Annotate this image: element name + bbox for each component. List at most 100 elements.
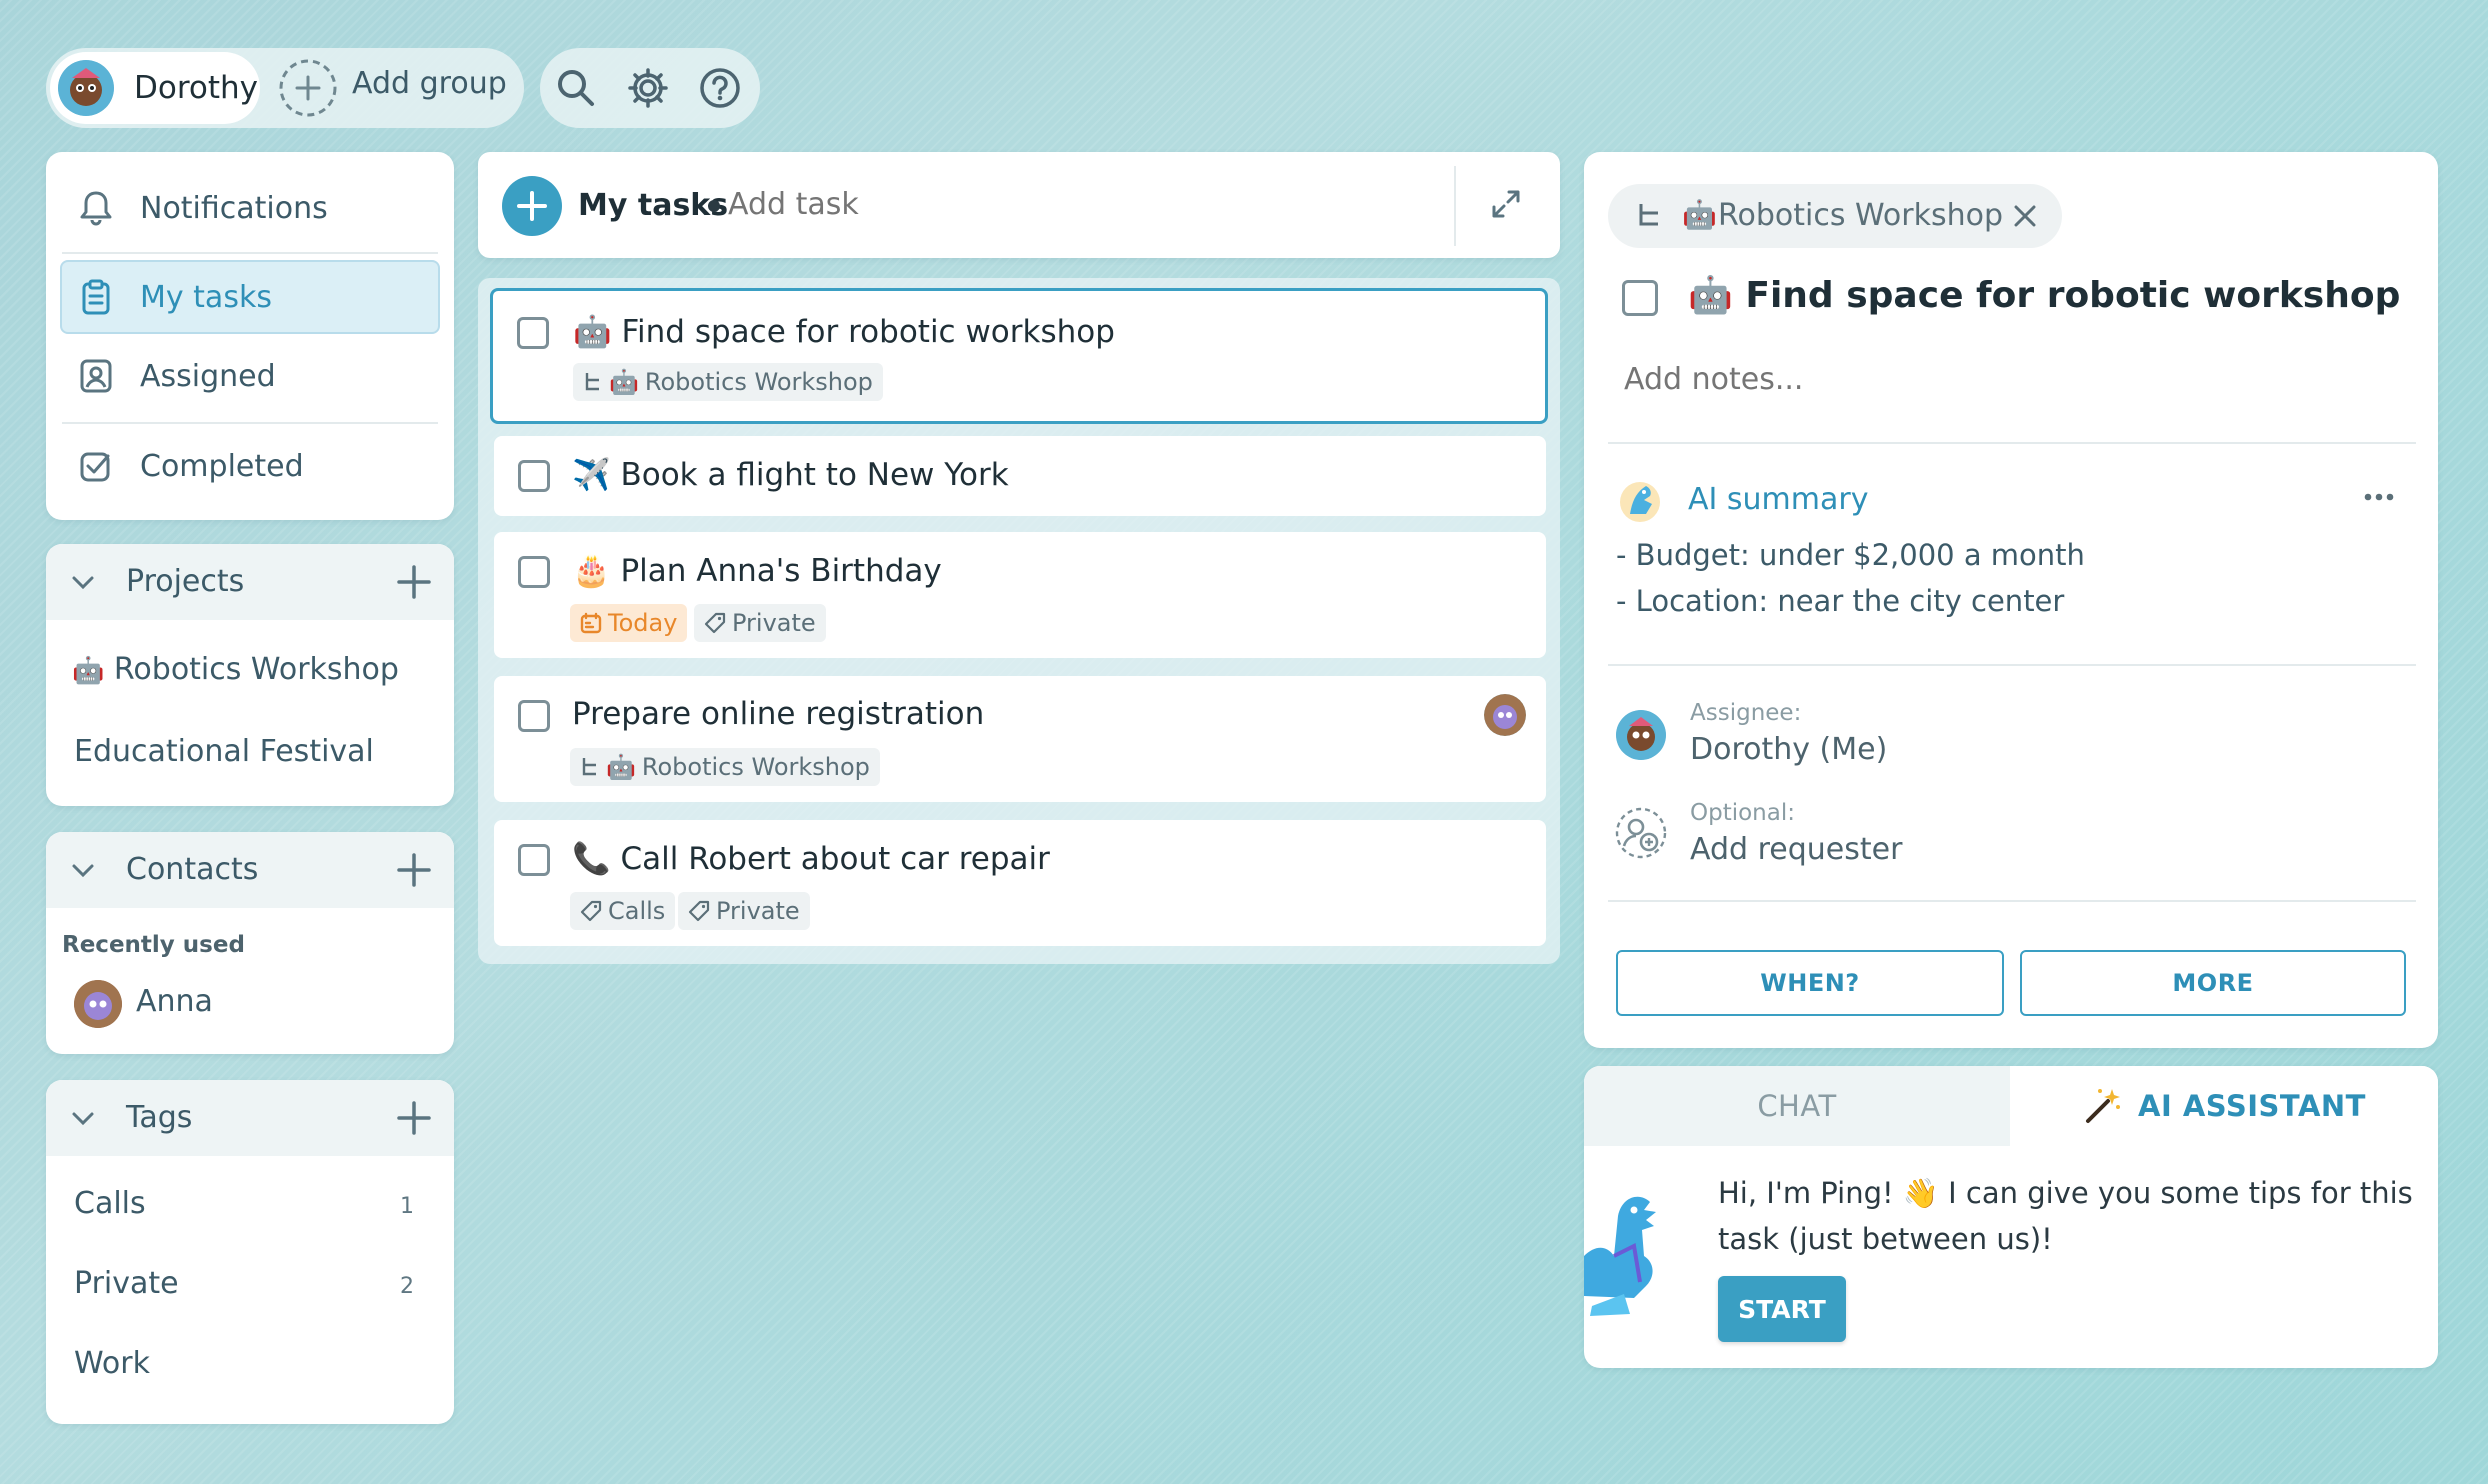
task-title: 📞 Call Robert about car repair xyxy=(572,841,1050,877)
task-checkbox[interactable] xyxy=(518,700,550,732)
calendar-icon xyxy=(580,612,602,634)
task-row[interactable]: Prepare online registration 🤖 Robotics W… xyxy=(494,676,1546,802)
expand-icon[interactable] xyxy=(1488,186,1524,222)
tags-header[interactable]: Tags xyxy=(46,1080,454,1156)
plus-icon[interactable] xyxy=(396,564,432,600)
plus-icon[interactable] xyxy=(396,852,432,888)
task-row[interactable]: ✈️ Book a flight to New York xyxy=(494,436,1546,516)
tag-count: 2 xyxy=(400,1274,414,1299)
clipboard-icon xyxy=(82,279,110,315)
add-person-icon[interactable] xyxy=(1614,806,1668,860)
task-title: Prepare online registration xyxy=(572,696,985,732)
when-button[interactable]: WHEN? xyxy=(1616,950,2004,1016)
tag-label: Calls xyxy=(74,1186,146,1221)
avatar xyxy=(74,980,122,1028)
tab-label: AI ASSISTANT xyxy=(2138,1089,2366,1123)
gear-icon[interactable] xyxy=(626,66,670,110)
recently-used-label: Recently used xyxy=(62,932,245,958)
task-checkbox[interactable] xyxy=(518,844,550,876)
start-button[interactable]: START xyxy=(1718,1276,1846,1342)
add-task-input[interactable] xyxy=(728,182,1288,226)
task-row[interactable]: 📞 Call Robert about car repair Calls Pri… xyxy=(494,820,1546,946)
assistant-message: Hi, I'm Ping! 👋 I can give you some tips… xyxy=(1718,1176,2413,1256)
tag-label: Work xyxy=(74,1346,150,1381)
chevron-down-icon[interactable] xyxy=(70,858,96,884)
tag-chip[interactable]: Private xyxy=(694,604,826,642)
assignee-value[interactable]: Dorothy (Me) xyxy=(1690,732,1887,767)
plus-icon[interactable] xyxy=(396,1100,432,1136)
task-checkbox[interactable] xyxy=(518,556,550,588)
contact-item-anna[interactable]: Anna xyxy=(74,978,434,1030)
task-row[interactable]: 🤖 Find space for robotic workshop 🤖 Robo… xyxy=(490,288,1548,424)
search-icon[interactable] xyxy=(554,66,598,110)
sidebar-item-my-tasks[interactable]: My tasks xyxy=(60,260,440,334)
add-group-button[interactable]: Add group xyxy=(278,56,518,120)
sidebar-item-completed[interactable]: Completed xyxy=(46,426,454,506)
task-checkbox[interactable] xyxy=(518,460,550,492)
chevron-down-icon[interactable] xyxy=(70,1106,96,1132)
sidebar-item-label: Assigned xyxy=(140,358,276,394)
bell-icon xyxy=(80,191,112,226)
robot-icon: 🤖 xyxy=(1688,275,1733,316)
projects-header[interactable]: Projects xyxy=(46,544,454,620)
assistant-panel: CHAT AI ASSISTANT Hi, I'm Ping! 👋 I can … xyxy=(1584,1066,2438,1368)
project-breadcrumb-chip[interactable]: 🤖 Robotics Workshop xyxy=(1608,184,2062,248)
contacts-header[interactable]: Contacts xyxy=(46,832,454,908)
sidebar-item-label: Completed xyxy=(140,448,304,484)
tags-section: Tags Calls 1 Private 2 Work xyxy=(46,1080,454,1424)
airplane-icon: ✈️ xyxy=(572,457,611,493)
divider xyxy=(62,422,438,424)
tag-chip[interactable]: Private xyxy=(678,892,810,930)
ping-mascot-icon xyxy=(1620,482,1660,522)
project-chip[interactable]: 🤖 Robotics Workshop xyxy=(570,748,880,786)
more-button[interactable]: MORE xyxy=(2020,950,2406,1016)
task-row[interactable]: 🎂 Plan Anna's Birthday Today Private xyxy=(494,532,1546,658)
ai-summary-title[interactable]: AI summary xyxy=(1688,482,1868,517)
project-chip-label: Robotics Workshop xyxy=(1718,198,2004,233)
task-complete-checkbox[interactable] xyxy=(1622,280,1658,316)
project-chip[interactable]: 🤖 Robotics Workshop xyxy=(573,363,883,401)
add-task-button[interactable] xyxy=(502,176,562,236)
subtask-icon xyxy=(1639,204,1658,226)
task-detail-panel: 🤖 Robotics Workshop 🤖 Find space for rob… xyxy=(1584,152,2438,1048)
project-item-robotics-workshop[interactable]: 🤖 Robotics Workshop xyxy=(72,652,399,687)
tag-item-calls[interactable]: Calls 1 xyxy=(46,1186,454,1236)
user-pill[interactable]: Dorothy Add group xyxy=(46,48,524,128)
ai-summary-line: - Budget: under $2,000 a month xyxy=(1616,538,2085,572)
tag-item-work[interactable]: Work xyxy=(46,1346,454,1396)
tag-chip[interactable]: Calls xyxy=(570,892,676,930)
projects-title: Projects xyxy=(126,564,245,599)
due-today-chip[interactable]: Today xyxy=(570,604,688,642)
project-item-educational-festival[interactable]: Educational Festival xyxy=(74,734,374,769)
magic-wand-icon xyxy=(2086,1089,2121,1123)
tag-icon xyxy=(704,612,726,634)
title-separator-dot xyxy=(708,200,720,212)
notes-input[interactable] xyxy=(1624,354,2384,404)
plus-icon xyxy=(517,191,547,221)
sidebar-item-notifications[interactable]: Notifications xyxy=(46,168,454,248)
ai-summary-line: - Location: near the city center xyxy=(1616,584,2065,618)
add-requester-link[interactable]: Add requester xyxy=(1690,832,1902,867)
close-icon[interactable] xyxy=(2012,203,2038,229)
tags-title: Tags xyxy=(126,1100,193,1135)
divider xyxy=(1608,664,2416,666)
project-label: Robotics Workshop xyxy=(113,652,399,687)
divider xyxy=(1608,900,2416,902)
task-checkbox[interactable] xyxy=(517,317,549,349)
help-icon[interactable] xyxy=(698,66,742,110)
more-icon[interactable] xyxy=(2364,492,2394,502)
sidebar-item-assigned[interactable]: Assigned xyxy=(46,336,454,416)
tag-item-private[interactable]: Private 2 xyxy=(46,1266,454,1316)
tab-chat[interactable]: CHAT xyxy=(1584,1066,2010,1146)
check-square-icon xyxy=(80,452,110,482)
add-group-label: Add group xyxy=(352,66,507,101)
add-circle-icon xyxy=(279,59,337,117)
contacts-section: Contacts Recently used Anna xyxy=(46,832,454,1054)
projects-section: Projects 🤖 Robotics Workshop Educational… xyxy=(46,544,454,806)
tab-ai-assistant[interactable]: AI ASSISTANT xyxy=(2010,1066,2438,1146)
assignee-label: Assignee: xyxy=(1690,700,1802,726)
chevron-down-icon[interactable] xyxy=(70,570,96,596)
tag-label: Private xyxy=(74,1266,179,1301)
user-segment[interactable]: Dorothy xyxy=(50,52,260,124)
detail-task-title[interactable]: 🤖 Find space for robotic workshop xyxy=(1688,274,2400,316)
